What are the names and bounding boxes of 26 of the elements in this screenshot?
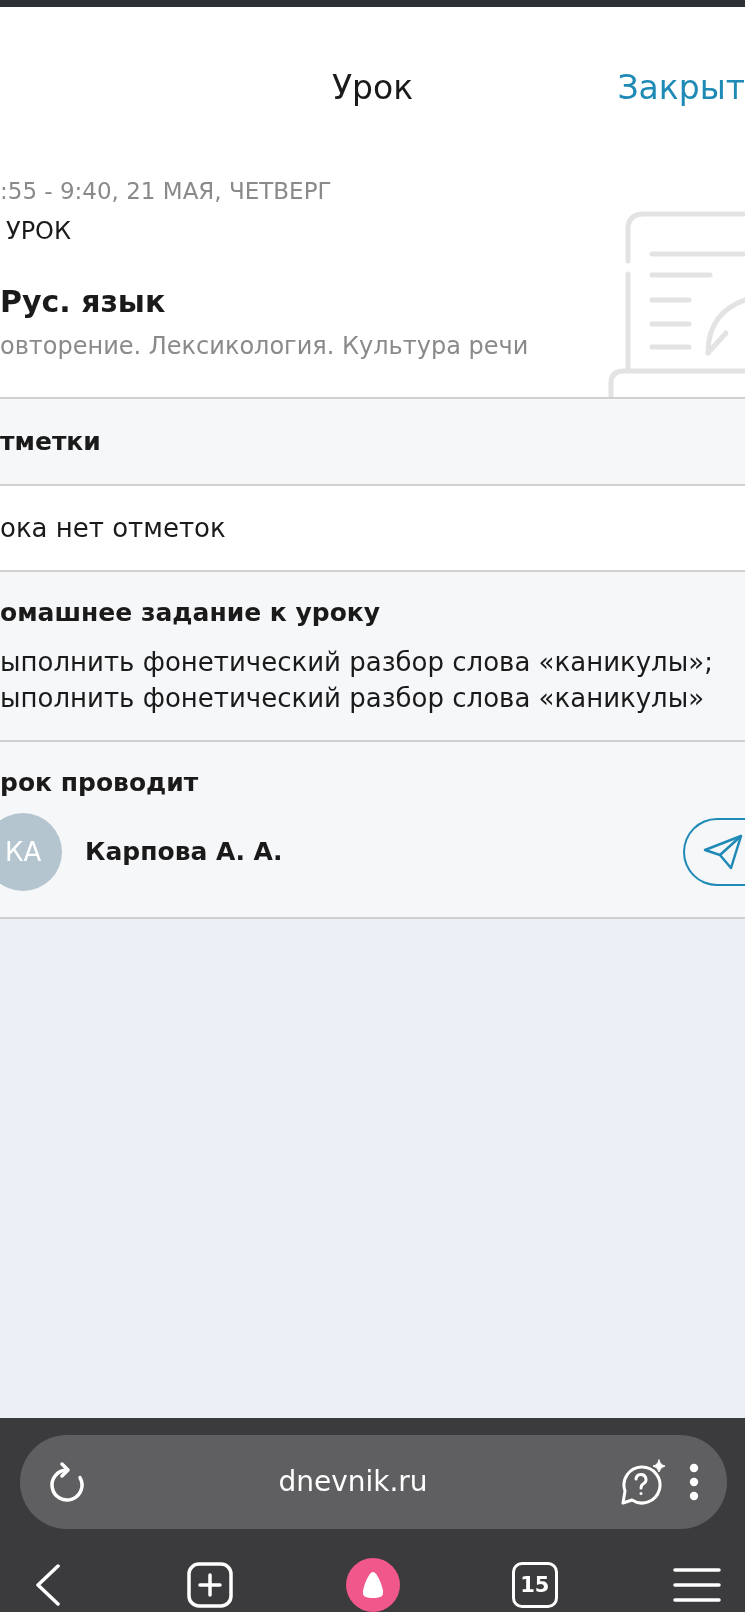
- marks-heading: тметки: [0, 425, 101, 458]
- homework-item: ыполнить фонетический разбор слова «каникулы»: [0, 682, 705, 715]
- menu-icon[interactable]: [673, 1567, 721, 1603]
- subject-title: Рус. язык: [0, 283, 166, 321]
- teacher-name: Карпова А. А.: [85, 836, 284, 868]
- send-message-button[interactable]: [683, 818, 745, 886]
- paper-plane-icon: [703, 834, 743, 870]
- tab-count[interactable]: 15: [511, 1562, 558, 1608]
- more-options-icon[interactable]: [689, 1463, 699, 1501]
- lesson-number: УРОК: [6, 216, 72, 246]
- page-title: Урок: [331, 68, 414, 108]
- new-tab-icon[interactable]: [187, 1562, 234, 1608]
- assistant-icon[interactable]: [345, 1558, 400, 1612]
- lesson-time: :55 - 9:40, 21 МАЯ, ЧЕТВЕРГ: [0, 177, 332, 206]
- no-marks-text: ока нет отметок: [0, 512, 226, 545]
- question-chat-icon[interactable]: [619, 1458, 667, 1506]
- address-bar[interactable]: dnevnik.ru: [20, 1435, 727, 1529]
- url-text[interactable]: dnevnik.ru: [87, 1464, 619, 1500]
- reload-icon[interactable]: [47, 1460, 87, 1504]
- teacher-avatar: КА: [0, 813, 62, 891]
- back-icon[interactable]: [35, 1564, 61, 1606]
- lesson-topic: овторение. Лексикология. Культура речи: [0, 331, 529, 361]
- homework-heading: омашнее задание к уроку: [0, 597, 381, 629]
- close-link[interactable]: Закрыт: [617, 68, 745, 108]
- homework-item: ыполнить фонетический разбор слова «каникулы»;: [0, 646, 713, 679]
- teacher-heading: рок проводит: [0, 767, 199, 799]
